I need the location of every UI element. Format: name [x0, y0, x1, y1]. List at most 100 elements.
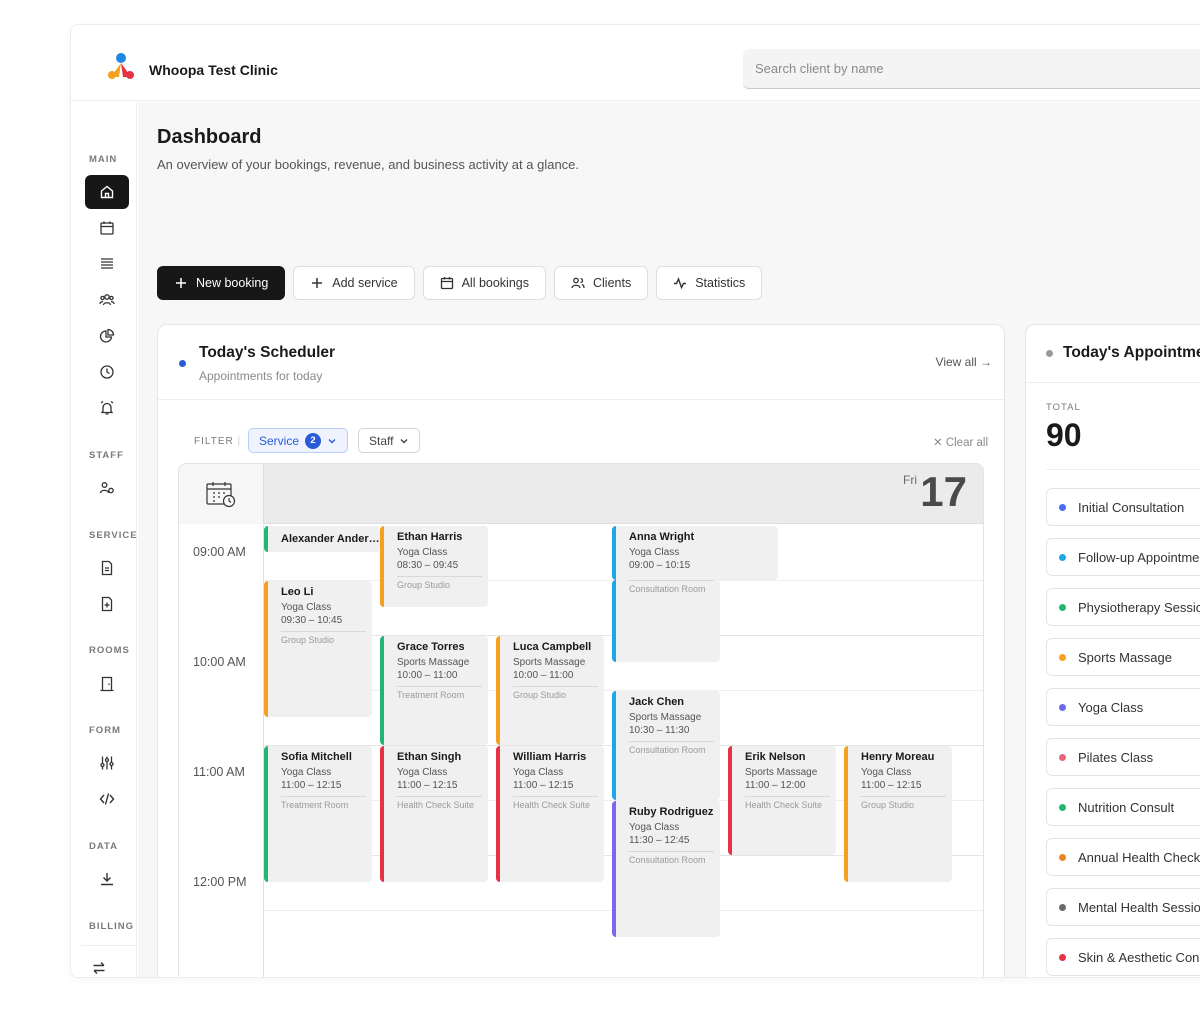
appointment-event[interactable]: Grace Torres Sports Massage 10:00 – 11:0… — [380, 636, 488, 745]
service-color-dot — [1059, 753, 1066, 761]
sidebar-item-history[interactable] — [85, 355, 129, 389]
sidebar: MAIN STAFF SERVICE ROOMS FORM DATA BILLI… — [71, 102, 138, 977]
appointment-event[interactable]: Leo Li Yoga Class 09:30 – 10:45 Group St… — [264, 581, 372, 717]
service-color-dot — [1059, 503, 1066, 511]
event-time: 09:00 – 10:15 — [629, 560, 691, 571]
sidebar-item-rooms[interactable] — [85, 667, 129, 701]
sidebar-item-form-settings[interactable] — [85, 746, 129, 780]
sidebar-item-staff[interactable] — [85, 471, 129, 505]
clinic-logo-icon — [108, 53, 134, 79]
day-number: 17 — [920, 468, 967, 515]
add-service-button[interactable]: Add service — [293, 266, 415, 300]
appointment-event[interactable]: Anna Wright Yoga Class 09:00 – 10:15 — [612, 526, 778, 580]
service-label: Nutrition Consult — [1078, 799, 1175, 815]
event-room: Health Check Suite — [513, 796, 598, 810]
sidebar-item-embed-code[interactable] — [85, 782, 129, 816]
service-filter-count: 2 — [305, 432, 322, 449]
sidebar-item-list[interactable] — [85, 247, 129, 281]
sidebar-item-add-service[interactable] — [85, 587, 129, 621]
sidebar-section-service: SERVICE — [89, 530, 138, 541]
event-time: 10:00 – 11:00 — [513, 670, 574, 681]
users-icon — [99, 294, 115, 306]
sidebar-item-services[interactable] — [85, 551, 129, 585]
time-column: 09:00 AM 10:00 AM 11:00 AM 12:00 PM — [179, 525, 264, 977]
sidebar-divider — [81, 945, 137, 946]
plus-icon — [312, 278, 323, 288]
appointment-event[interactable]: Ruby Rodriguez Yoga Class 11:30 – 12:45 … — [612, 801, 720, 937]
event-time: 09:30 – 10:45 — [281, 615, 343, 626]
sidebar-item-billing[interactable] — [77, 951, 121, 977]
sidebar-item-export[interactable] — [85, 862, 129, 896]
event-service: Yoga Class — [281, 602, 332, 613]
staff-filter-dropdown[interactable]: Staff — [358, 428, 421, 453]
clear-all-button[interactable]: ✕ Clear all — [933, 435, 988, 449]
service-color-dot — [1059, 553, 1066, 561]
chevron-down-icon — [328, 438, 336, 443]
service-color-dot — [1059, 703, 1066, 711]
service-list-item[interactable]: Mental Health Session — [1046, 888, 1200, 926]
clients-button[interactable]: Clients — [553, 266, 649, 300]
appointment-event-continued[interactable]: Consultation Room — [612, 580, 720, 662]
event-service: Yoga Class — [281, 767, 332, 778]
search-input[interactable] — [743, 49, 1200, 88]
event-room: Treatment Room — [397, 686, 482, 700]
all-bookings-button[interactable]: All bookings — [422, 266, 546, 300]
service-color-dot — [1059, 803, 1066, 811]
event-client: Grace Torres — [397, 641, 465, 653]
service-list-item[interactable]: Pilates Class — [1046, 738, 1200, 776]
sidebar-item-home[interactable] — [85, 175, 129, 209]
sliders-icon — [100, 756, 114, 770]
appointment-event[interactable]: Alexander Anderson — [264, 526, 380, 552]
service-list-item[interactable]: Physiotherapy Session — [1046, 588, 1200, 626]
activity-icon — [674, 277, 687, 290]
appointment-event[interactable]: William Harris Yoga Class 11:00 – 12:15 … — [496, 746, 604, 882]
home-icon — [100, 185, 114, 199]
calendar-icon — [100, 221, 114, 235]
time-label: 09:00 AM — [193, 545, 246, 559]
day-name: Fri — [903, 473, 917, 487]
event-time: 11:00 – 12:00 — [745, 780, 806, 791]
search-box[interactable] — [743, 49, 1200, 89]
swap-icon — [93, 962, 105, 974]
sidebar-item-alarms[interactable] — [85, 391, 129, 425]
view-all-link[interactable]: View all → — [936, 355, 992, 369]
calendar-clock-icon — [206, 482, 236, 508]
sidebar-section-form: FORM — [89, 725, 121, 736]
appointment-event[interactable]: Ethan Singh Yoga Class 11:00 – 12:15 Hea… — [380, 746, 488, 882]
event-room: Consultation Room — [629, 580, 714, 594]
appointment-event[interactable]: Sofia Mitchell Yoga Class 11:00 – 12:15 … — [264, 746, 372, 882]
service-list-item[interactable]: Skin & Aesthetic Consult — [1046, 938, 1200, 976]
quick-actions: New booking Add service All bookings Cli… — [157, 266, 763, 300]
event-room: Treatment Room — [281, 796, 366, 810]
users-icon — [571, 277, 585, 289]
total-value: 90 — [1046, 417, 1082, 453]
code-icon — [99, 793, 115, 805]
sidebar-item-calendar[interactable] — [85, 211, 129, 245]
appointment-event[interactable]: Luca Campbell Sports Massage 10:00 – 11:… — [496, 636, 604, 745]
service-label: Physiotherapy Session — [1078, 599, 1200, 615]
appointment-event[interactable]: Jack Chen Sports Massage 10:30 – 11:30 C… — [612, 691, 720, 800]
appointment-event[interactable]: Erik Nelson Sports Massage 11:00 – 12:00… — [728, 746, 836, 855]
scheduler-grid: Fri 17 09:00 AM 10:00 AM 11:00 AM 12:00 … — [178, 463, 984, 977]
service-label: Mental Health Session — [1078, 899, 1200, 915]
statistics-button[interactable]: Statistics — [656, 266, 763, 300]
service-list-item[interactable]: Nutrition Consult — [1046, 788, 1200, 826]
day-header: Fri 17 — [179, 464, 983, 524]
appointment-event[interactable]: Henry Moreau Yoga Class 11:00 – 12:15 Gr… — [844, 746, 952, 882]
service-filter-dropdown[interactable]: Service 2 — [248, 428, 349, 453]
plus-icon — [176, 278, 186, 288]
status-dot — [1046, 350, 1053, 357]
new-booking-button[interactable]: New booking — [157, 266, 286, 300]
service-list-item[interactable]: Yoga Class — [1046, 688, 1200, 726]
event-client: Jack Chen — [629, 696, 685, 708]
service-list-item[interactable]: Initial Consultation — [1046, 488, 1200, 526]
download-icon — [101, 873, 113, 886]
appointment-event[interactable]: Ethan Harris Yoga Class 08:30 – 09:45 Gr… — [380, 526, 488, 607]
sidebar-item-reports[interactable] — [85, 319, 129, 353]
sidebar-item-clients[interactable] — [85, 283, 129, 317]
service-label: Annual Health Check — [1078, 849, 1200, 865]
service-list-item[interactable]: Follow-up Appointment — [1046, 538, 1200, 576]
service-list-item[interactable]: Sports Massage — [1046, 638, 1200, 676]
service-list-item[interactable]: Annual Health Check — [1046, 838, 1200, 876]
total-label: TOTAL — [1046, 402, 1081, 413]
